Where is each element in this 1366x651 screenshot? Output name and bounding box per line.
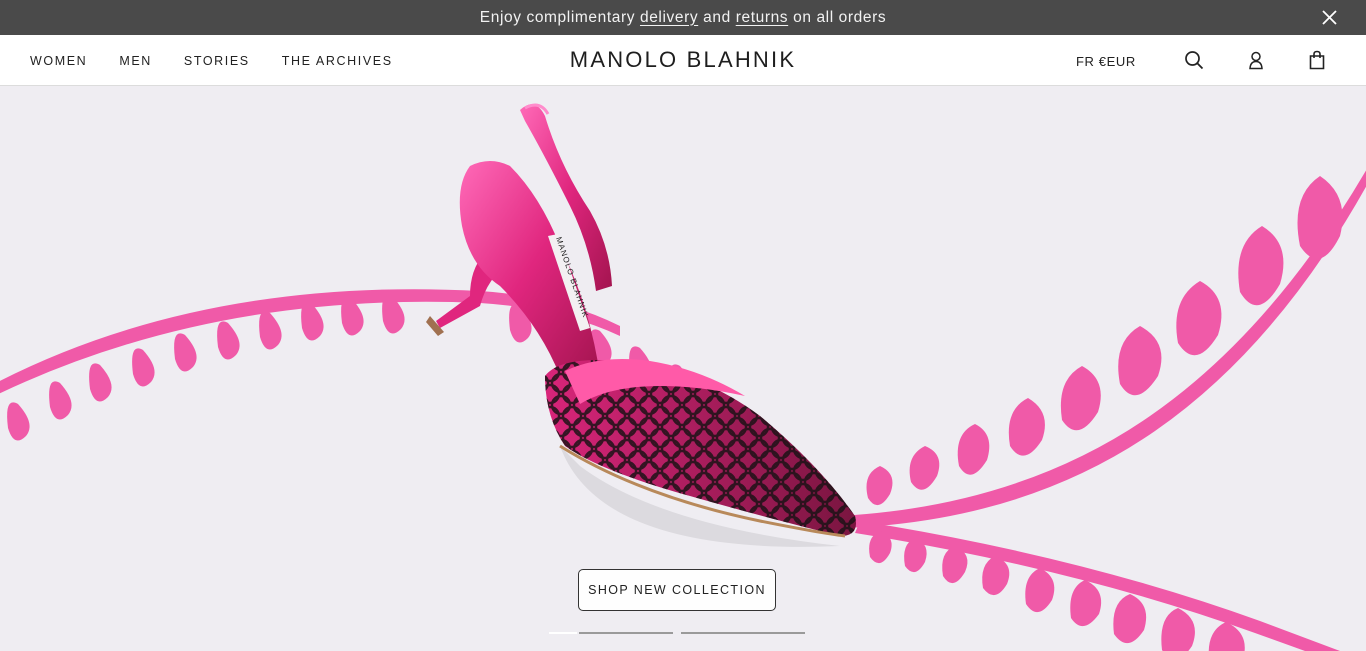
nav-stories[interactable]: STORIES — [184, 54, 250, 68]
delivery-link[interactable]: delivery — [640, 9, 698, 27]
returns-link[interactable]: returns — [736, 9, 788, 27]
promo-bar: Enjoy complimentary delivery and returns… — [0, 0, 1366, 35]
locale-selector[interactable]: FR €EUR — [1076, 54, 1136, 69]
brand-logo[interactable]: MANOLO BLAHNIK — [570, 47, 796, 72]
nav-men[interactable]: MEN — [119, 54, 152, 68]
promo-text-middle: and — [703, 8, 731, 26]
shoe-image: MANOLO BLAHNIK — [426, 103, 856, 547]
promo-text-after: on all orders — [793, 8, 887, 26]
hero-banner[interactable]: MANOLO BLAHNIK SHOP NEW COLLECTION — [0, 86, 1366, 651]
carousel-dot-3[interactable] — [681, 632, 805, 634]
shop-new-collection-button[interactable]: SHOP NEW COLLECTION — [578, 569, 776, 611]
close-icon[interactable] — [1321, 9, 1338, 26]
search-icon[interactable] — [1184, 50, 1204, 70]
promo-text-before: Enjoy complimentary — [479, 8, 636, 26]
nav-women[interactable]: WOMEN — [30, 54, 87, 68]
carousel-dot-2[interactable] — [579, 632, 673, 634]
hero-illustration: MANOLO BLAHNIK — [0, 103, 1366, 651]
nav-the-archives[interactable]: THE ARCHIVES — [282, 54, 393, 68]
carousel-dot-1[interactable] — [549, 632, 577, 634]
ribbon-band-right — [840, 170, 1366, 528]
site-header: WOMEN MEN STORIES THE ARCHIVES MANOLO BL… — [0, 35, 1366, 86]
carousel-indicators — [0, 632, 1366, 635]
bag-icon[interactable] — [1307, 50, 1327, 70]
account-icon[interactable] — [1246, 50, 1266, 70]
main-nav: WOMEN MEN STORIES THE ARCHIVES — [30, 35, 425, 86]
